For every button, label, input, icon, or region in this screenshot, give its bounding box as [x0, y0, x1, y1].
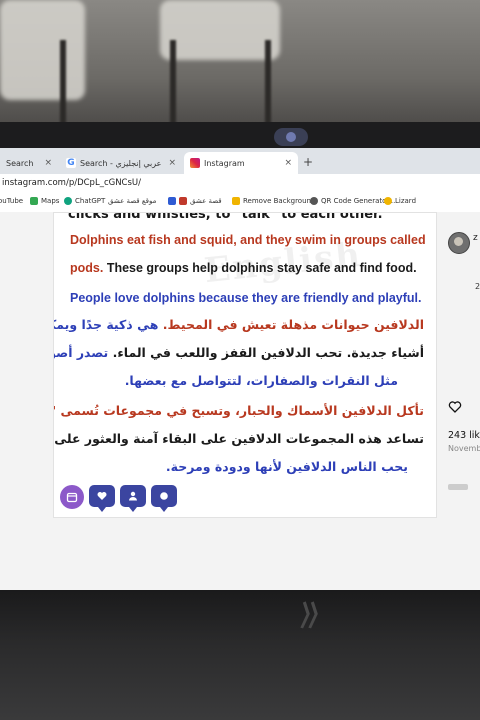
laptop-bezel-bottom	[0, 590, 480, 720]
bookmark-qr-generator[interactable]: QR Code Generator...	[310, 197, 395, 205]
post-text-line: أشياء جديدة. تحب الدلافين القفز واللعب ف…	[54, 345, 424, 360]
laptop-bezel-top	[0, 122, 480, 148]
heart-icon[interactable]	[89, 485, 115, 512]
chair-center	[160, 0, 280, 60]
post-date: Novemb	[448, 444, 480, 453]
bookmark-chatgpt[interactable]: ChatGPT	[64, 197, 105, 205]
text-segment: pods.	[70, 261, 104, 275]
text-segment: هي ذكية جدًا ويمكنها تعلم	[54, 317, 159, 332]
like-heart-icon[interactable]	[448, 400, 462, 414]
url-text: instagram.com/p/DCpL_cGNCsU/	[2, 178, 142, 188]
user-icon[interactable]	[120, 485, 146, 512]
username-fragment[interactable]: z	[473, 233, 478, 243]
bookmark-lizard[interactable]: Lizard	[384, 197, 416, 205]
post-sidebar: z 2 243 lik Novemb	[438, 212, 480, 590]
bookmark-label: Lizard	[395, 197, 417, 205]
post-image: English clicks and whistles, to "talk" t…	[53, 212, 437, 518]
text-segment: أشياء جديدة. تحب الدلافين القفز واللعب ف…	[112, 345, 424, 360]
close-icon[interactable]: ×	[168, 158, 176, 168]
laptop-logo-icon	[295, 600, 320, 630]
tab-label: Instagram	[204, 158, 245, 168]
text-segment: الدلافين حيوانات مذهلة تعيش في المحيط.	[162, 317, 424, 332]
post-text-line: Dolphins eat fish and squid, and they sw…	[70, 233, 426, 247]
post-text-line: مثل النقرات والصفارات، لتتواصل مع بعضها.	[124, 373, 398, 388]
chair-leg	[60, 40, 66, 130]
instagram-icon	[190, 158, 200, 168]
instagram-page: English clicks and whistles, to "talk" t…	[0, 212, 480, 590]
chair-left	[0, 0, 85, 100]
text-segment: These groups help dolphins stay safe and…	[103, 261, 417, 275]
bookmark-story[interactable]: قصة عشق	[168, 197, 222, 205]
bookmark-remove-background[interactable]: Remove Backgroun...	[232, 197, 318, 205]
close-icon[interactable]: ×	[284, 158, 292, 168]
remove-bg-icon	[232, 197, 240, 205]
chair-leg	[170, 40, 176, 130]
webcam	[274, 128, 308, 146]
new-tab-button[interactable]: +	[303, 155, 313, 169]
laptop-screen: Search × G عربي إنجليزي - Search × Insta…	[0, 148, 480, 590]
bookmark-icon	[168, 197, 176, 205]
like-count[interactable]: 243 lik	[448, 430, 480, 441]
browser-tab-bar: Search × G عربي إنجليزي - Search × Insta…	[0, 148, 480, 174]
bookmark-icon	[179, 197, 187, 205]
post-text-line: الدلافين حيوانات مذهلة تعيش في المحيط. ه…	[54, 317, 424, 332]
calendar-icon[interactable]	[60, 485, 84, 509]
post-text-line: clicks and whistles, to "talk" to each o…	[68, 212, 383, 222]
caption-fragment: 2	[475, 282, 480, 291]
post-text-line: pods. These groups help dolphins stay sa…	[70, 261, 417, 275]
tab-label: عربي إنجليزي - Search	[80, 158, 162, 168]
post-text-line: تساعد هذه المجموعات الدلافين على البقاء …	[54, 431, 424, 446]
tab-label: Search	[6, 158, 34, 168]
bookmarks-bar: ouTube Maps ChatGPT موقع قصة عشق قصة عشق…	[0, 194, 480, 213]
chair-leg	[265, 40, 271, 130]
bookmark-label: ouTube	[0, 197, 24, 205]
post-text-line: تأكل الدلافين الأسماك والحبار، وتسبح في …	[54, 403, 424, 418]
post-action-icons	[60, 485, 177, 512]
tab-google-search[interactable]: G عربي إنجليزي - Search ×	[60, 152, 182, 174]
bookmark-story-site[interactable]: موقع قصة عشق	[108, 197, 156, 205]
address-bar[interactable]: instagram.com/p/DCpL_cGNCsU/	[0, 174, 480, 194]
maps-icon	[30, 197, 38, 205]
room-background	[0, 0, 480, 130]
comment-box[interactable]	[448, 484, 468, 490]
post-text-line: People love dolphins because they are fr…	[70, 291, 422, 305]
qr-icon	[310, 197, 318, 205]
tab-instagram[interactable]: Instagram ×	[184, 152, 298, 174]
google-icon: G	[66, 158, 76, 168]
bookmark-label: Maps	[41, 197, 60, 205]
lizard-icon	[384, 197, 392, 205]
chatgpt-icon	[64, 197, 72, 205]
avatar[interactable]	[448, 232, 470, 254]
bookmark-label: قصة عشق	[190, 197, 222, 205]
text-segment: تصدر أصواتًا خاصة،	[54, 345, 109, 360]
tab-search[interactable]: Search ×	[0, 152, 58, 174]
bookmark-label: موقع قصة عشق	[108, 197, 157, 205]
comment-icon[interactable]	[151, 485, 177, 512]
bookmark-label: Remove Backgroun...	[243, 197, 318, 205]
bookmark-youtube[interactable]: ouTube	[0, 197, 23, 205]
post-text-line: يحب الناس الدلافين لأنها ودودة ومرحة.	[165, 459, 408, 474]
bookmark-maps[interactable]: Maps	[30, 197, 59, 205]
close-icon[interactable]: ×	[44, 158, 52, 168]
bookmark-label: ChatGPT	[75, 197, 106, 205]
